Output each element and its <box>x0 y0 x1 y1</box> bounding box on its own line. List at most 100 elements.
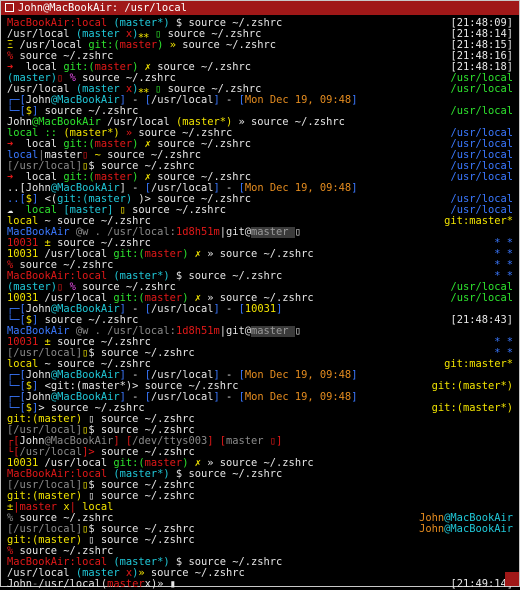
right-prompt-segment: /usr/local <box>450 172 513 183</box>
right-prompt-segment: @MacBookAir <box>444 513 513 524</box>
terminal-line: ┌─[John@MacBookAir] - [/usr/local] - [10… <box>7 304 513 315</box>
prompt-segment: $ source ~/.zshrc <box>88 348 195 359</box>
prompt-segment: )> source ~/.zshrc <box>132 194 252 205</box>
prompt-segment: local <box>82 502 114 513</box>
prompt-segment: source ~/.zshrc <box>132 205 226 216</box>
right-prompt-segment: /usr/local <box>450 139 513 150</box>
terminal-line: local|master▯ ~ source ~/.zshrc/usr/loca… <box>7 150 513 161</box>
prompt-segment: source ~/.zshrc <box>157 139 252 150</box>
prompt-segment: /usr/local <box>107 117 176 128</box>
terminal-line: John-/usr/local(masterx)» ▮ [21:49:14] <box>7 579 513 590</box>
prompt-segment: local <box>7 359 45 370</box>
prompt-segment: git:(master) <box>7 535 89 546</box>
prompt-segment: (master*) <box>113 18 170 29</box>
right-prompt: git:(master*) <box>432 381 513 392</box>
right-prompt-segment: * * <box>494 249 513 260</box>
prompt-segment: John <box>25 370 51 381</box>
prompt-segment: ▯ <box>119 205 133 216</box>
terminal-line: ➜ local git:(master) ✗ source ~/.zshrc [2… <box>7 62 513 73</box>
prompt-segment: git:(master) <box>7 414 89 425</box>
prompt-segment: git@ <box>226 227 252 238</box>
right-prompt-segment: [21:48:14] <box>450 29 513 40</box>
prompt-segment: source ~/.zshrc <box>157 62 252 73</box>
right-prompt: /usr/local <box>450 194 513 205</box>
prompt-segment: ➜ <box>7 172 26 183</box>
prompt-segment: @MacBookAir <box>50 392 120 403</box>
terminal-line: ☁ local [master] ▯ source ~/.zshrc/usr/l… <box>7 205 513 216</box>
prompt-segment: source ~/.zshrc <box>82 282 176 293</box>
prompt-segment: source ~/.zshrc <box>19 260 114 271</box>
prompt-segment: /usr/local <box>7 568 76 579</box>
right-prompt-segment: git:master* <box>444 359 513 370</box>
prompt-segment: ▯ <box>155 84 168 95</box>
prompt-segment: - <box>219 95 239 106</box>
prompt-segment: ~ <box>94 150 108 161</box>
prompt-segment: source ~/.zshrc <box>100 491 195 502</box>
right-prompt: [21:48:14] <box>450 29 513 40</box>
prompt-segment: [/usr/local] <box>7 425 83 436</box>
terminal-output[interactable]: MacBookAir:local (master*) $ source ~/.z… <box>1 15 519 590</box>
right-prompt-segment: git:(master*) <box>431 403 513 414</box>
prompt-segment: John <box>19 436 45 447</box>
prompt-segment: source ~/.zshrc <box>107 150 201 161</box>
prompt-segment: Mon Dec 19, 09:48 <box>244 370 352 381</box>
prompt-segment: ] <box>276 304 283 315</box>
prompt-segment: source ~/.zshrc <box>57 238 151 249</box>
terminal-line: 10031 ± source ~/.zshrc * * <box>7 337 513 348</box>
title-bar[interactable]: John@MacBookAir: /usr/local <box>1 1 519 15</box>
prompt-segment: └[ <box>7 447 20 458</box>
terminal-line: ..[$] <(git:(master) )> source ~/.zshrc /… <box>7 194 513 205</box>
prompt-segment: source ~/.zshrc <box>138 128 233 139</box>
right-prompt: /usr/local <box>450 282 513 293</box>
prompt-segment: source ~/.zshrc <box>57 337 151 348</box>
prompt-segment: - <box>125 95 145 106</box>
prompt-segment: /usr/local <box>44 458 114 469</box>
terminal-line: ┌[John@MacBookAir] [/dev/ttys003] [maste… <box>7 436 513 447</box>
terminal-line: local :: (master*) » source ~/.zshrc/usr… <box>7 128 513 139</box>
terminal-line: MacBookAir:local (master*) $ source ~/.z… <box>7 18 513 29</box>
terminal-line: (master)▯ % source ~/.zshrc/usr/local <box>7 73 513 84</box>
right-prompt: /usr/local <box>450 293 513 304</box>
prompt-segment: $ source ~/.zshrc <box>88 161 195 172</box>
prompt-segment: <git:(master*)> <box>38 381 145 392</box>
terminal-line: 10031 ± source ~/.zshrc * * <box>7 238 513 249</box>
prompt-segment: $ source ~/.zshrc <box>88 480 195 491</box>
right-prompt: [21:48:43] <box>450 315 513 326</box>
prompt-segment: <( <box>38 194 58 205</box>
prompt-segment: local <box>25 139 64 150</box>
prompt-segment: Mon Dec 19, 09:48 <box>244 183 352 194</box>
terminal-line: MacBookAir:local (master*) $ source ~/.z… <box>7 469 513 480</box>
prompt-segment: ✗ <box>194 249 208 260</box>
right-prompt: John@MacBookAir <box>419 513 513 524</box>
terminal-line: 10031 /usr/local git:(master) ✗ » source… <box>7 249 513 260</box>
right-prompt-segment: [21:48:15] <box>450 40 513 51</box>
prompt-segment: ▯ <box>155 29 168 40</box>
prompt-segment: ] <box>351 183 358 194</box>
prompt-segment: /usr/local <box>44 293 114 304</box>
terminal-window: John@MacBookAir: /usr/local MacBookAir:l… <box>0 0 520 590</box>
right-prompt: /usr/local <box>450 73 513 84</box>
prompt-segment: 1d8h51m <box>175 326 220 337</box>
prompt-segment: ] <box>351 95 358 106</box>
terminal-line: 10031 /usr/local git:(master) ✗ » source… <box>7 293 513 304</box>
prompt-segment: ] <box>351 370 358 381</box>
prompt-segment: » source ~/.zshrc <box>232 117 345 128</box>
prompt-segment: ✗ <box>144 172 158 183</box>
terminal-line: └─[$]> source ~/.zshrc git:(master*) <box>7 403 513 414</box>
prompt-segment: - <box>219 304 239 315</box>
terminal-line: ➜ local git:(master) ✗ source ~/.zshrc/u… <box>7 139 513 150</box>
terminal-line: └─[$] source ~/.zshrc [21:48:43] <box>7 315 513 326</box>
resize-handle[interactable] <box>505 572 519 586</box>
prompt-segment: master <box>44 150 83 161</box>
prompt-segment: - <box>125 370 145 381</box>
right-prompt-segment: /usr/local <box>450 84 513 95</box>
prompt-segment: [/usr/local] <box>7 161 83 172</box>
prompt-segment: └─[ <box>7 403 26 414</box>
prompt-segment: (master*) <box>175 117 233 128</box>
prompt-segment: ✗ <box>194 293 208 304</box>
prompt-segment: ➜ <box>7 62 26 73</box>
prompt-segment: /usr/local <box>150 392 214 403</box>
terminal-line: [/usr/local]▯$ source ~/.zshrc <box>7 480 513 491</box>
right-prompt: [21:48:09] <box>450 18 513 29</box>
right-prompt-segment: * * <box>494 337 513 348</box>
